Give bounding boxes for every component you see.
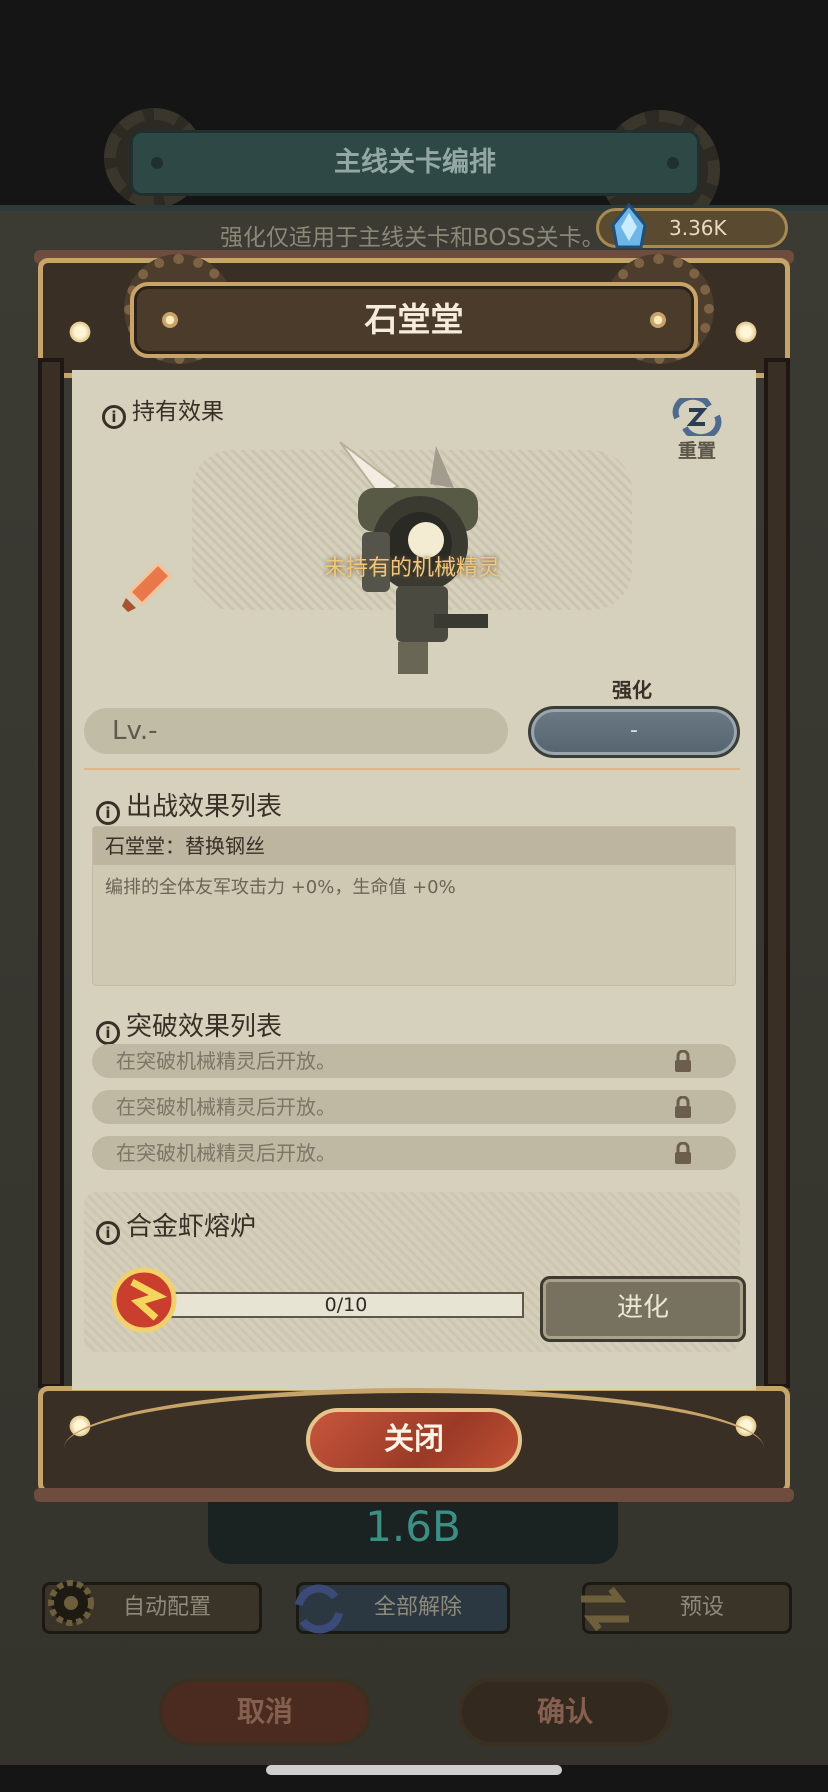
furnace-icon xyxy=(111,1267,177,1333)
gem-icon xyxy=(611,203,647,249)
swap-icon xyxy=(581,1586,629,1632)
info-icon: i xyxy=(102,405,126,429)
currency-counter[interactable]: 3.36K xyxy=(596,203,788,249)
breakthrough-effect-title[interactable]: i 突破效果列表 xyxy=(96,1006,282,1045)
plate-rivet xyxy=(650,312,666,328)
owned-effect-title[interactable]: i 持有效果 xyxy=(102,392,224,429)
enhance-hint: 强化仅适用于主线关卡和BOSS关卡。 xyxy=(220,225,605,251)
modal-content: i 持有效果 重置 未持有的机械精灵 Lv.- 强化 - i 出战效果列表 石堂堂：… xyxy=(72,370,756,1390)
spirit-name: 石堂堂 xyxy=(364,300,464,339)
lock-icon xyxy=(675,1050,691,1072)
unlink-icon xyxy=(295,1584,343,1634)
frame-left-side xyxy=(38,358,64,1388)
enhance-button[interactable]: - xyxy=(528,706,740,758)
cancel-button[interactable]: 取消 xyxy=(158,1678,372,1746)
lock-icon xyxy=(675,1142,691,1164)
flower-ornament xyxy=(68,320,92,344)
confirm-button[interactable]: 确认 xyxy=(458,1678,672,1746)
evolve-button[interactable]: 进化 xyxy=(540,1276,746,1342)
reset-icon xyxy=(672,398,722,436)
lock-icon xyxy=(675,1096,691,1118)
locked-effect-row: 在突破机械精灵后开放。 xyxy=(92,1136,736,1170)
battle-effect-title[interactable]: i 出战效果列表 xyxy=(96,786,282,825)
enhance-label: 强化 xyxy=(612,678,652,702)
furnace-progress-bar: 0/10 xyxy=(168,1292,524,1318)
reset-button[interactable]: 重置 xyxy=(664,398,730,462)
name-plate: 石堂堂 xyxy=(130,282,698,358)
reset-label: 重置 xyxy=(677,440,716,462)
gear-icon xyxy=(48,1580,94,1626)
unlink-all-button[interactable]: 全部解除 xyxy=(295,1582,510,1634)
battle-effect-box: 石堂堂：替换钢丝 编排的全体友军攻击力 +0%，生命值 +0% xyxy=(92,826,736,986)
effect-entry-desc: 编排的全体友军攻击力 +0%，生命值 +0% xyxy=(105,877,456,898)
info-icon: i xyxy=(96,1221,120,1245)
furnace-panel: i 合金虾熔炉 0/10 进化 xyxy=(84,1192,746,1352)
info-icon: i xyxy=(96,801,120,825)
currency-value: 3.36K xyxy=(669,216,727,240)
home-indicator xyxy=(266,1765,562,1775)
screen-title: 主线关卡编排 xyxy=(130,130,700,196)
locked-effect-row: 在突破机械精灵后开放。 xyxy=(92,1090,736,1124)
effect-entry-title: 石堂堂：替换钢丝 xyxy=(93,827,735,865)
frame-rail xyxy=(34,1488,794,1502)
weapon-icon[interactable] xyxy=(118,558,176,616)
section-divider xyxy=(84,768,740,770)
close-button[interactable]: 关闭 xyxy=(306,1408,522,1472)
frame-right-side xyxy=(764,358,790,1388)
locked-effect-row: 在突破机械精灵后开放。 xyxy=(92,1044,736,1078)
level-bar: Lv.- xyxy=(84,708,508,754)
furnace-title[interactable]: i 合金虾熔炉 xyxy=(96,1206,256,1245)
unowned-text: 未持有的机械精灵 xyxy=(323,556,500,581)
info-icon: i xyxy=(96,1021,120,1045)
flower-ornament xyxy=(734,320,758,344)
auto-config-button[interactable]: 自动配置 xyxy=(42,1580,262,1634)
preset-button[interactable]: 预设 xyxy=(581,1582,792,1634)
